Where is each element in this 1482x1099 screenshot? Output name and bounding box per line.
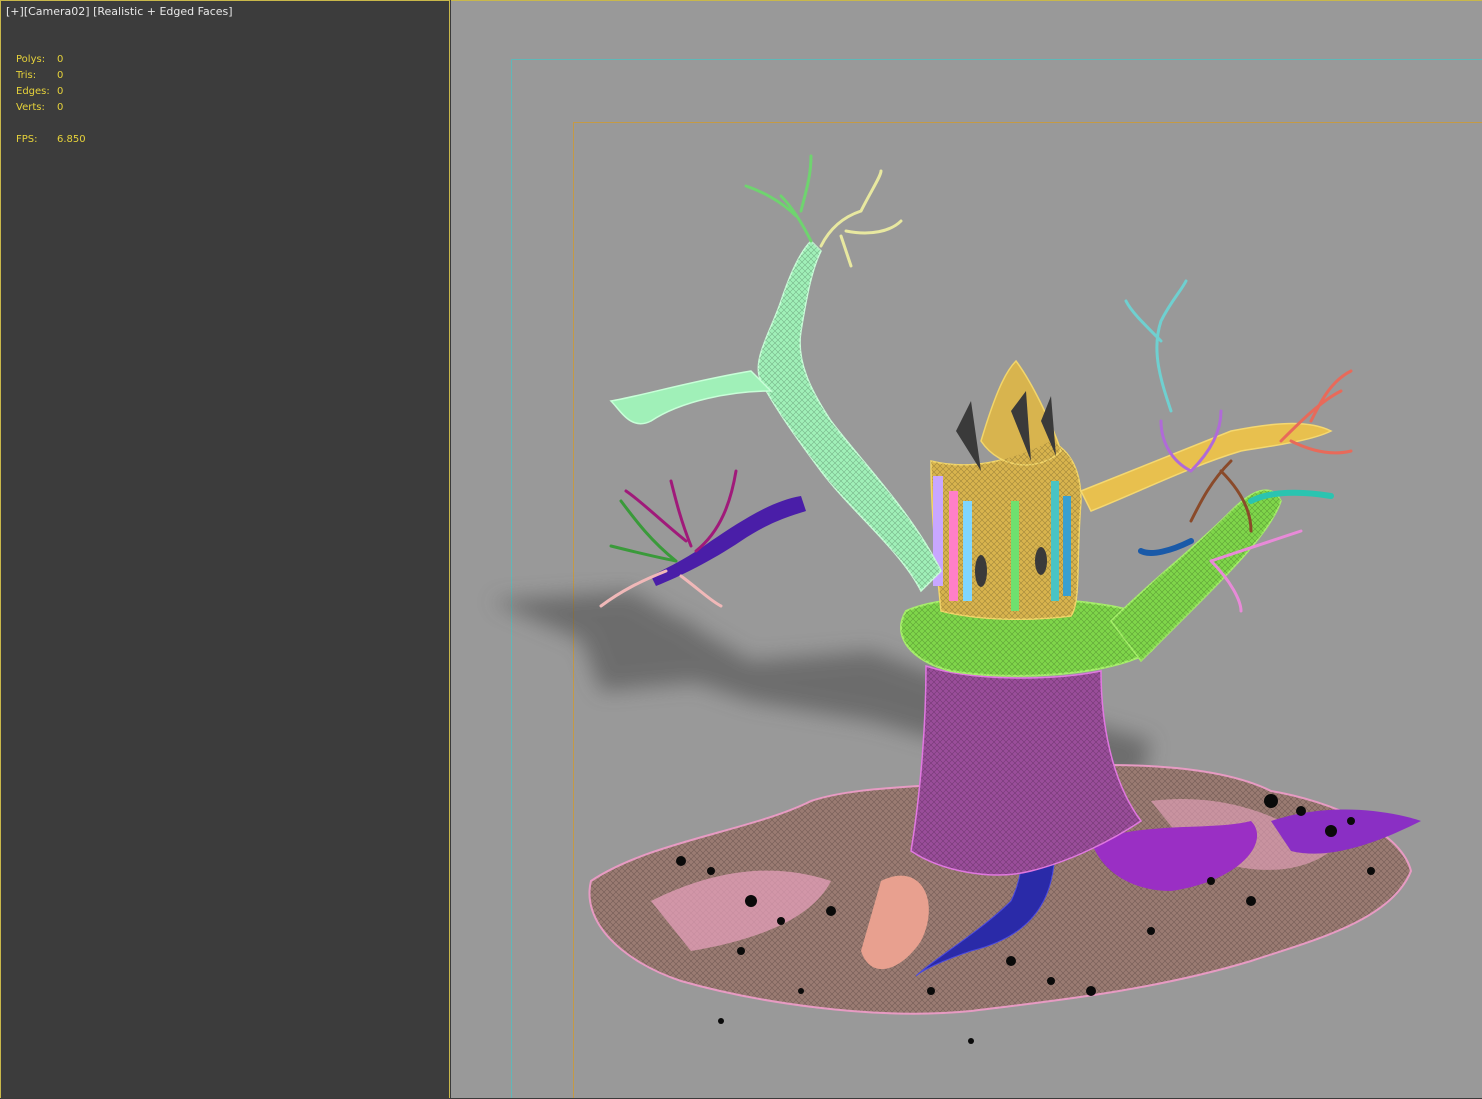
- stat-edges: Edges: 0: [16, 86, 64, 97]
- statistics-overlay: Polys: 0 Tris: 0 Edges: 0 Verts: 0 FPS: 6.850: [16, 52, 86, 148]
- tree-stump-model[interactable]: [451, 1, 1482, 1099]
- stat-tris: Tris: 0: [16, 70, 64, 81]
- stat-polys: Polys: 0: [16, 54, 64, 65]
- left-viewport[interactable]: [+][Camera02] [Realistic + Edged Faces] …: [0, 0, 450, 1098]
- hollow-crown-mesh: [930, 359, 1082, 621]
- stat-fps: FPS: 6.850: [16, 134, 86, 145]
- camera-viewport[interactable]: [451, 0, 1482, 1098]
- camera-menu-button[interactable]: [Camera02]: [24, 5, 90, 18]
- viewport-label: [+][Camera02] [Realistic + Edged Faces]: [6, 5, 233, 18]
- shading-menu-button[interactable]: [Realistic + Edged Faces]: [93, 5, 232, 18]
- viewport-menu-button[interactable]: [+]: [6, 5, 24, 18]
- right-yellow-branch: [1079, 422, 1333, 512]
- left-purple-branch: [651, 496, 806, 586]
- left-mint-branch: [609, 239, 942, 593]
- stat-verts: Verts: 0: [16, 102, 64, 113]
